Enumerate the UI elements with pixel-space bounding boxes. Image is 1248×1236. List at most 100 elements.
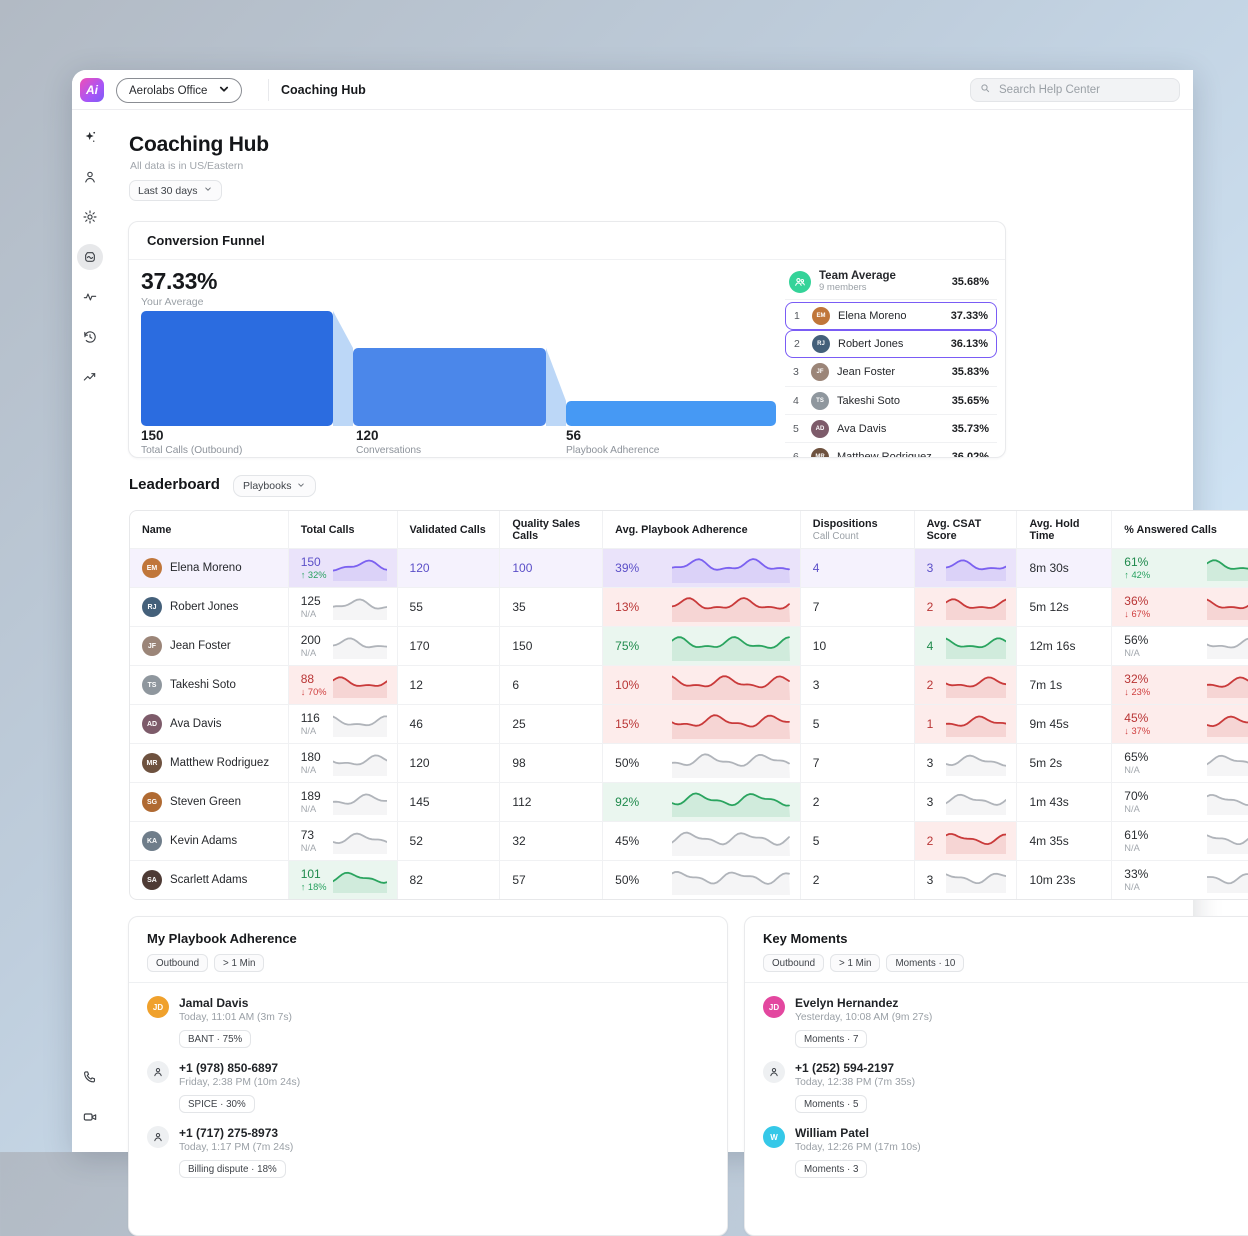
- funnel-rank-row[interactable]: 2RJRobert Jones36.13%: [785, 330, 997, 358]
- key-moments-panel-title: Key Moments: [745, 917, 1248, 946]
- column-header: Avg. Playbook Adherence: [603, 511, 801, 548]
- cell-hold-time: 12m 16s: [1017, 627, 1112, 665]
- divider: [785, 299, 997, 300]
- chevron-down-icon: [296, 480, 306, 493]
- app-logo: Ai: [80, 78, 104, 102]
- sparkline: [1207, 867, 1248, 893]
- topbar-divider: [268, 79, 269, 101]
- sparkline: [946, 828, 1006, 854]
- call-entry[interactable]: JDJamal DavisToday, 11:01 AM (3m 7s)BANT…: [147, 996, 709, 1048]
- filter-chip[interactable]: Moments · 10: [886, 954, 964, 972]
- leaderboard-row[interactable]: SGSteven Green189N/A14511292%231m 43s70%…: [130, 782, 1248, 821]
- sparkline: [672, 592, 790, 622]
- sparkline: [333, 828, 387, 854]
- org-selector-label: Aerolabs Office: [129, 85, 207, 97]
- rank-number: 5: [793, 423, 803, 435]
- leaderboard-row[interactable]: RJRobert Jones125N/A553513%725m 12s36%↓ …: [130, 587, 1248, 626]
- trending-icon[interactable]: [77, 364, 103, 390]
- app-window: Ai Aerolabs Office Coaching Hub Coaching…: [72, 70, 1193, 1152]
- your-average-value: 37.33%: [141, 268, 217, 295]
- cell-total-calls: 125N/A: [289, 588, 398, 626]
- call-entry[interactable]: WWilliam PatelToday, 12:26 PM (17m 10s)M…: [763, 1126, 1248, 1178]
- filter-chip[interactable]: > 1 Min: [214, 954, 264, 972]
- funnel-rank-row[interactable]: 5ADAva Davis35.73%: [785, 414, 997, 442]
- cell-validated-calls: 46: [398, 705, 501, 743]
- funnel-rank-row[interactable]: 1EMElena Moreno37.33%: [785, 302, 997, 330]
- funnel-stage-label: 150Total Calls (Outbound): [141, 428, 242, 456]
- cell-name: MRMatthew Rodriguez: [130, 744, 289, 782]
- filter-chip[interactable]: > 1 Min: [830, 954, 880, 972]
- sparkline: [946, 594, 1006, 620]
- funnel-rank-row[interactable]: 3JFJean Foster35.83%: [785, 358, 997, 386]
- search-icon: [979, 81, 991, 99]
- leaderboard-row[interactable]: TSTakeshi Soto88↓ 70%12610%327m 1s32%↓ 2…: [130, 665, 1248, 704]
- leaderboard-row[interactable]: EMElena Moreno150↑ 32%12010039%438m 30s6…: [130, 548, 1248, 587]
- funnel-rank-row[interactable]: 4TSTakeshi Soto35.65%: [785, 386, 997, 414]
- cell-total-calls: 101↑ 18%: [289, 861, 398, 899]
- coaching-icon[interactable]: [77, 244, 103, 270]
- your-average-block: 37.33% Your Average: [141, 268, 217, 308]
- cell-hold-time: 4m 35s: [1017, 822, 1112, 860]
- settings-icon[interactable]: [77, 204, 103, 230]
- date-range-label: Last 30 days: [138, 185, 198, 197]
- phone-icon[interactable]: [77, 1064, 103, 1090]
- sparkline: [333, 633, 387, 659]
- cell-csat-score: 3: [915, 744, 1018, 782]
- conversion-funnel-card: Conversion Funnel 37.33% Your Average 15…: [128, 221, 1006, 458]
- cell-playbook-adherence: 15%: [603, 705, 801, 743]
- leaderboard-row[interactable]: MRMatthew Rodriguez180N/A1209850%735m 2s…: [130, 743, 1248, 782]
- entry-badge: Moments · 7: [795, 1030, 867, 1048]
- cell-quality-sales-calls: 57: [500, 861, 603, 899]
- cell-answered-calls: 45%↓ 37%: [1112, 705, 1248, 743]
- entry-time: Today, 11:01 AM (3m 7s): [179, 1012, 292, 1023]
- cell-dispositions: 3: [801, 666, 915, 704]
- cell-total-calls: 180N/A: [289, 744, 398, 782]
- rank-pct: 35.83%: [952, 366, 989, 378]
- column-header: Validated Calls: [398, 511, 501, 548]
- filter-chip[interactable]: Outbound: [763, 954, 824, 972]
- sparkles-icon[interactable]: [77, 124, 103, 150]
- sparkline: [1207, 594, 1248, 620]
- help-search[interactable]: [970, 78, 1180, 102]
- funnel-rank-row[interactable]: 6MRMatthew Rodriguez36.02%: [785, 442, 997, 458]
- page-subtitle: All data is in US/Eastern: [130, 160, 243, 172]
- avatar: RJ: [812, 335, 830, 353]
- call-entry[interactable]: +1 (717) 275-8973Today, 1:17 PM (7m 24s)…: [147, 1126, 709, 1178]
- funnel-chart: [141, 311, 776, 426]
- entry-name: Evelyn Hernandez: [795, 996, 932, 1010]
- call-entry[interactable]: +1 (252) 594-2197Today, 12:38 PM (7m 35s…: [763, 1061, 1248, 1113]
- leaderboard-row[interactable]: SAScarlett Adams101↑ 18%825750%2310m 23s…: [130, 860, 1248, 899]
- avatar: TS: [142, 675, 162, 695]
- rank-number: 3: [793, 366, 803, 378]
- org-selector-dropdown[interactable]: Aerolabs Office: [116, 78, 242, 103]
- rank-name: Takeshi Soto: [837, 395, 900, 407]
- entry-time: Today, 1:17 PM (7m 24s): [179, 1142, 293, 1153]
- cell-answered-calls: 61%N/A: [1112, 822, 1248, 860]
- video-icon[interactable]: [77, 1104, 103, 1130]
- chevron-down-icon: [217, 82, 231, 99]
- activity-icon[interactable]: [77, 284, 103, 310]
- team-average-pct: 35.68%: [952, 276, 989, 288]
- cell-quality-sales-calls: 6: [500, 666, 603, 704]
- leaderboard-row[interactable]: ADAva Davis116N/A462515%519m 45s45%↓ 37%: [130, 704, 1248, 743]
- rank-name: Elena Moreno: [838, 310, 907, 322]
- cell-quality-sales-calls: 98: [500, 744, 603, 782]
- leaderboard-row[interactable]: KAKevin Adams73N/A523245%524m 35s61%N/A: [130, 821, 1248, 860]
- cell-csat-score: 1: [915, 705, 1018, 743]
- contacts-icon[interactable]: [77, 164, 103, 190]
- team-members-count: 9 members: [819, 283, 896, 294]
- filter-chip[interactable]: Outbound: [147, 954, 208, 972]
- sparkline: [672, 670, 790, 700]
- cell-playbook-adherence: 10%: [603, 666, 801, 704]
- sparkline: [1207, 555, 1248, 581]
- date-range-filter[interactable]: Last 30 days: [129, 180, 222, 201]
- call-entry[interactable]: JDEvelyn HernandezYesterday, 10:08 AM (9…: [763, 996, 1248, 1048]
- history-icon[interactable]: [77, 324, 103, 350]
- sparkline: [333, 555, 387, 581]
- playbooks-filter-dropdown[interactable]: Playbooks: [233, 475, 316, 497]
- leaderboard-row[interactable]: JFJean Foster200N/A17015075%10412m 16s56…: [130, 626, 1248, 665]
- call-entry[interactable]: +1 (978) 850-6897Friday, 2:38 PM (10m 24…: [147, 1061, 709, 1113]
- column-header: DispositionsCall Count: [801, 511, 915, 548]
- search-input[interactable]: [997, 83, 1171, 97]
- funnel-title: Conversion Funnel: [129, 222, 1005, 260]
